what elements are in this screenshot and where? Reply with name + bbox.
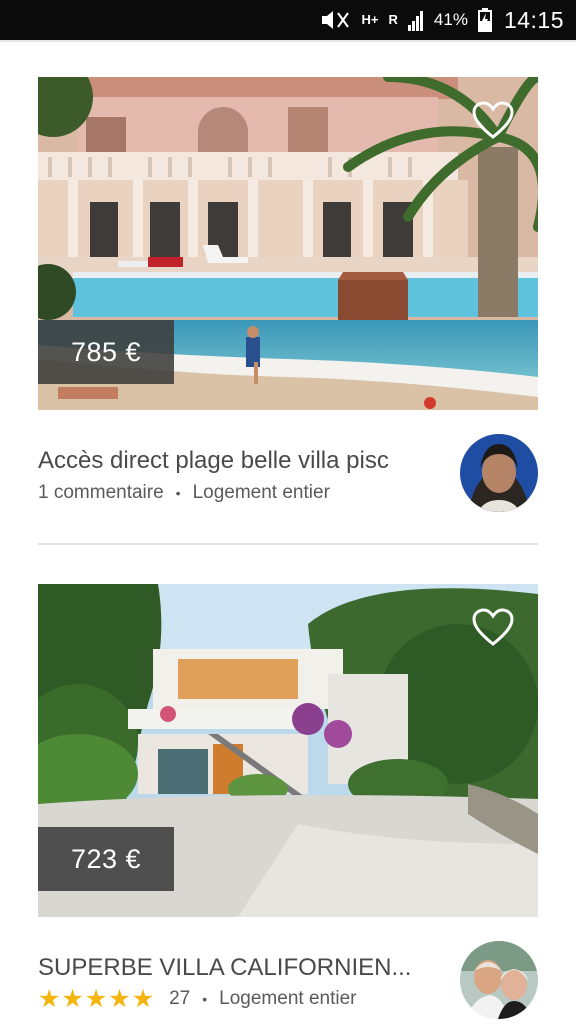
rating-stars: ★ ★ ★ ★ ★ (38, 985, 155, 1013)
review-count: 1 commentaire (38, 482, 164, 503)
star-icon: ★ (108, 985, 131, 1013)
signal-icon (407, 9, 424, 31)
listing-photo[interactable]: 723 € (38, 584, 538, 917)
separator-dot: • (202, 991, 208, 1007)
star-icon: ★ (61, 985, 84, 1013)
mute-icon (316, 9, 352, 31)
toolbar-shadow (0, 40, 576, 42)
clock: 14:15 (503, 6, 564, 33)
price-tag: 723 € (38, 827, 174, 891)
battery-percent: 41% (433, 10, 468, 29)
listing-photo[interactable]: 785 € (38, 77, 538, 410)
roaming-indicator: R (388, 12, 398, 27)
status-bar: H+ R 41% 14:15 (0, 0, 576, 40)
listing-title[interactable]: SUPERBE VILLA CALIFORNIEN... (38, 954, 448, 982)
listing-title[interactable]: Accès direct plage belle villa pisc (38, 447, 448, 475)
listing-card[interactable]: 723 € SUPERBE VILLA CALIFORNIEN... ★ ★ ★… (38, 584, 538, 1024)
room-type: Logement entier (192, 482, 330, 503)
separator-dot: • (175, 485, 181, 501)
listing-card[interactable]: 785 € Accès direct plage belle villa pis… (38, 77, 538, 512)
star-icon: ★ (38, 985, 61, 1013)
star-icon: ★ (131, 985, 155, 1013)
host-avatar[interactable] (460, 434, 538, 512)
list-divider (38, 543, 538, 545)
listing-meta: 1 commentaire • Logement entier (38, 482, 330, 504)
room-type: Logement entier (219, 988, 357, 1009)
battery-icon (477, 8, 492, 32)
heart-icon[interactable] (472, 101, 514, 141)
star-icon: ★ (84, 985, 108, 1013)
heart-icon[interactable] (472, 608, 514, 648)
price-tag: 785 € (38, 320, 174, 384)
review-count: 27 (169, 988, 191, 1009)
network-type: H+ (361, 12, 379, 27)
host-avatar[interactable] (460, 941, 538, 1019)
listing-meta: ★ ★ ★ ★ ★ 27 • Logement entier (38, 985, 357, 1013)
